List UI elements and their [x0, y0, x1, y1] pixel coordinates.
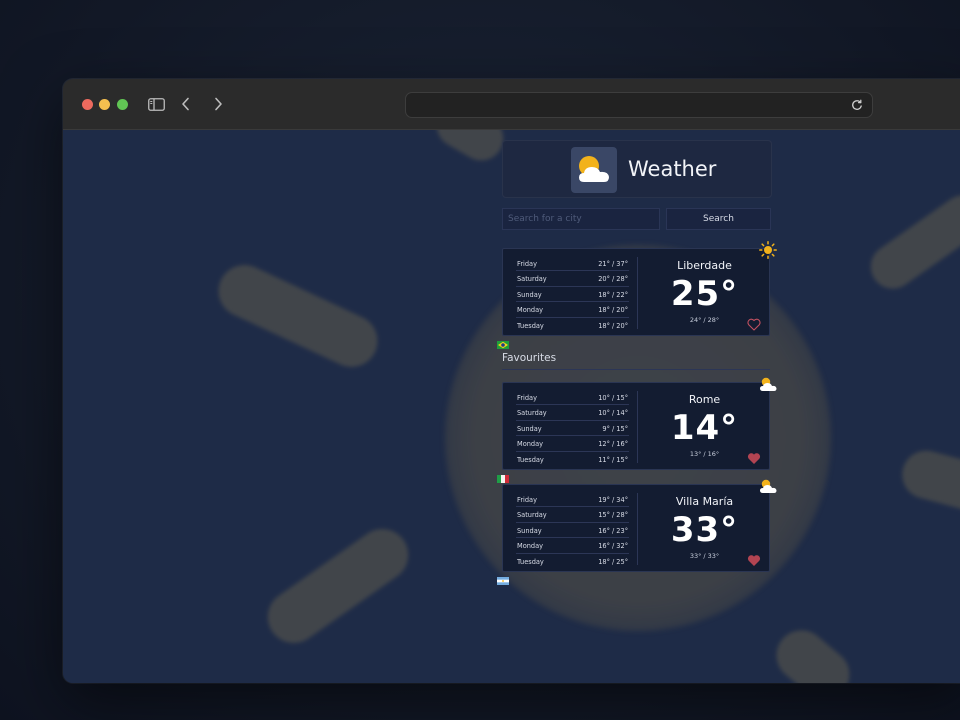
sidebar-toggle-icon[interactable] [145, 93, 167, 115]
current-temperature: 33° [670, 510, 739, 550]
favourites-heading: Favourites [502, 352, 557, 364]
back-icon[interactable] [175, 93, 197, 115]
brazil-flag-icon [497, 334, 509, 349]
forecast-temps: 10° / 15° [598, 394, 628, 402]
forecast-row: Monday 12° / 16° [516, 436, 629, 452]
close-window-button[interactable] [82, 99, 93, 110]
forecast-row: Tuesday 18° / 20° [516, 318, 629, 332]
forecast-temps: 20° / 28° [598, 275, 628, 284]
sun-behind-cloud-icon [758, 477, 778, 495]
heart-filled-icon[interactable] [747, 450, 761, 464]
forecast-day: Saturday [517, 511, 547, 520]
forecast-day: Monday [517, 306, 544, 315]
forecast-row: Saturday 15° / 28° [516, 507, 629, 523]
forecast-temps: 18° / 20° [598, 321, 628, 330]
address-bar[interactable] [405, 92, 873, 118]
forecast-day: Monday [517, 542, 544, 551]
city-name: Rome [688, 393, 721, 406]
forecast-temps: 9° / 15° [602, 424, 628, 433]
forecast-row: Tuesday 11° / 15° [516, 452, 629, 466]
forecast-list: Friday 19° / 34° Saturday 15° / 28° Sunday… [516, 492, 629, 568]
city-name: Villa María [675, 495, 734, 508]
forecast-temps: 18° / 20° [598, 306, 628, 315]
forecast-day: Saturday [517, 275, 547, 284]
forecast-day: Friday [517, 394, 537, 402]
sun-icon [758, 241, 778, 259]
sun-behind-cloud-icon [758, 375, 778, 393]
current-weather-card: Friday 21° / 37° Saturday 20° / 28° Sunday… [497, 241, 777, 349]
heart-outline-icon[interactable] [747, 316, 761, 331]
forecast-day: Sunday [517, 290, 542, 299]
forecast-list: Friday 10° / 15° Saturday 10° / 14° Sunday… [516, 390, 629, 466]
app-header: Weather [502, 140, 772, 198]
zoom-window-button[interactable] [117, 99, 128, 110]
forecast-row: Sunday 16° / 23° [516, 523, 629, 539]
reload-icon[interactable] [850, 97, 866, 113]
forecast-temps: 19° / 34° [598, 496, 628, 504]
favourites-divider [502, 369, 770, 370]
search-button[interactable]: Search [666, 208, 771, 230]
browser-toolbar [63, 79, 960, 130]
forecast-temps: 16° / 23° [598, 526, 628, 535]
forecast-row: Monday 18° / 20° [516, 302, 629, 318]
city-search-input[interactable] [502, 208, 660, 230]
forecast-temps: 21° / 37° [598, 260, 628, 268]
forecast-row: Sunday 18° / 22° [516, 287, 629, 303]
forecast-row: Friday 10° / 15° [516, 390, 629, 406]
forecast-temps: 12° / 16° [598, 440, 628, 449]
forecast-temps: 18° / 25° [598, 557, 628, 566]
forecast-row: Monday 16° / 32° [516, 538, 629, 554]
forecast-day: Sunday [517, 526, 542, 535]
forecast-row: Saturday 10° / 14° [516, 405, 629, 421]
minimize-window-button[interactable] [99, 99, 110, 110]
argentina-flag-icon [497, 570, 509, 585]
forecast-day: Tuesday [517, 455, 544, 464]
forecast-day: Monday [517, 440, 544, 449]
browser-window: Weather Search Friday 21° / 37° Saturday 2… [63, 79, 960, 683]
forecast-day: Friday [517, 260, 537, 268]
favourite-weather-card: Friday 19° / 34° Saturday 15° / 28° Sunday… [497, 479, 777, 585]
forecast-day: Saturday [517, 409, 547, 418]
app-title: Weather [628, 157, 717, 181]
favourite-weather-card: Friday 10° / 15° Saturday 10° / 14° Sunday… [497, 377, 777, 483]
forecast-day: Tuesday [517, 557, 544, 566]
forecast-temps: 11° / 15° [598, 455, 628, 464]
forecast-row: Friday 21° / 37° [516, 256, 629, 272]
current-temperature: 25° [670, 274, 739, 314]
forward-icon[interactable] [207, 93, 229, 115]
forecast-row: Sunday 9° / 15° [516, 421, 629, 437]
heart-filled-icon[interactable] [747, 552, 761, 566]
forecast-temps: 16° / 32° [598, 542, 628, 551]
forecast-temps: 10° / 14° [598, 409, 628, 418]
forecast-day: Friday [517, 496, 537, 504]
forecast-day: Sunday [517, 424, 542, 433]
forecast-day: Tuesday [517, 321, 544, 330]
forecast-list: Friday 21° / 37° Saturday 20° / 28° Sunday… [516, 256, 629, 332]
forecast-temps: 18° / 22° [598, 290, 628, 299]
city-name: Liberdade [677, 259, 732, 272]
forecast-row: Tuesday 18° / 25° [516, 554, 629, 568]
forecast-row: Friday 19° / 34° [516, 492, 629, 508]
page-viewport: Weather Search Friday 21° / 37° Saturday 2… [63, 130, 960, 683]
forecast-temps: 15° / 28° [598, 511, 628, 520]
forecast-row: Saturday 20° / 28° [516, 271, 629, 287]
sun-behind-cloud-icon [571, 147, 617, 193]
current-temperature: 14° [670, 408, 739, 448]
italy-flag-icon [497, 468, 509, 483]
